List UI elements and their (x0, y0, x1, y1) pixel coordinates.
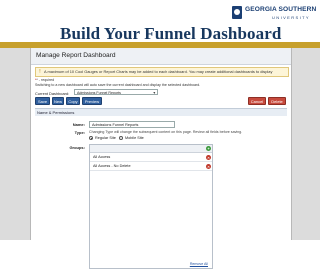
warning-text: A maximum of 10 Cool Gauges or Report Ch… (44, 69, 273, 74)
save-button[interactable]: Save (35, 97, 50, 105)
remove-group-icon[interactable]: × (206, 163, 211, 169)
slide-header: GEORGIA SOUTHERN UNIVERSITY Build Your F… (0, 0, 320, 43)
dashboard-screenshot: Manage Report Dashboard ! A maximum of 1… (30, 48, 292, 269)
regular-site-radio[interactable] (89, 136, 93, 140)
switch-note: Switching to a new dashboard will auto s… (35, 83, 201, 87)
logo-subtitle: UNIVERSITY (272, 15, 311, 20)
cancel-button[interactable]: Cancel (248, 97, 266, 105)
group-label: All Access (93, 155, 111, 159)
mobile-site-label: Mobile Site (125, 136, 144, 140)
copy-button[interactable]: Copy (66, 97, 80, 105)
regular-site-label: Regular Site (95, 136, 116, 140)
groups-label: Groups: (69, 145, 85, 150)
toolbar: Save New Copy Preview Cancel Delete (35, 97, 287, 107)
new-button[interactable]: New (52, 97, 64, 105)
required-note-text: * - required (36, 78, 55, 82)
current-dashboard-label: Current Dashboard: (35, 91, 70, 96)
georgia-southern-logo: GEORGIA SOUTHERN UNIVERSITY (232, 3, 320, 25)
groups-list-header: + (90, 145, 212, 153)
type-label: Type: (74, 130, 85, 135)
max-items-warning: ! A maximum of 10 Cool Gauges or Report … (35, 67, 289, 77)
slide-title: Build Your Funnel Dashboard (60, 24, 282, 43)
mobile-site-radio[interactable] (119, 136, 123, 140)
group-row: All Access × (90, 153, 212, 162)
app-header: Manage Report Dashboard (31, 48, 291, 65)
current-dashboard-select[interactable]: Admissions Funnel Reports ▼ (74, 89, 158, 95)
preview-button[interactable]: Preview (82, 97, 102, 105)
delete-button[interactable]: Delete (268, 97, 286, 105)
page-title: Manage Report Dashboard (36, 52, 116, 59)
university-crest-icon (232, 6, 242, 19)
type-note: Changing Type will change the subsequent… (89, 130, 243, 134)
section-title: Name & Permissions (37, 110, 75, 115)
chevron-down-icon: ▼ (152, 91, 156, 95)
remove-all-link[interactable]: Remove All (190, 262, 208, 266)
name-field[interactable]: Admissions Funnel Reports (89, 121, 175, 128)
warning-icon: ! (39, 69, 41, 75)
logo-name: GEORGIA SOUTHERN (245, 6, 317, 13)
name-label: Name: (72, 122, 85, 127)
group-label: All Access - No Delete (93, 164, 131, 168)
required-note: ** - required (35, 78, 55, 82)
section-header[interactable]: Name & Permissions (35, 108, 287, 116)
groups-list: + All Access × All Access - No Delete × … (89, 144, 213, 269)
current-dashboard-value: Admissions Funnel Reports (77, 91, 121, 95)
group-row: All Access - No Delete × (90, 162, 212, 171)
remove-group-icon[interactable]: × (206, 154, 211, 160)
add-group-icon[interactable]: + (206, 146, 211, 151)
